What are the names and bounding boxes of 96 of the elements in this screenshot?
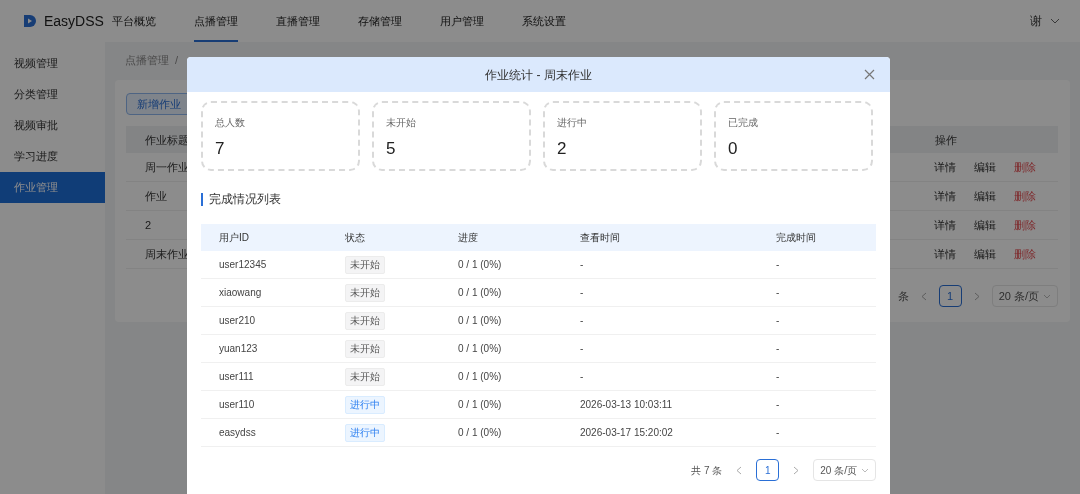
table-cell-text: - <box>580 370 585 384</box>
status-tag: 未开始 <box>345 311 385 330</box>
table-cell-text: user111 <box>218 370 255 384</box>
chevron-down-icon[interactable] <box>861 467 869 473</box>
table-cell-text: - <box>776 258 781 272</box>
table-cell-text: - <box>580 314 585 328</box>
status-tag: 未开始 <box>345 367 385 386</box>
nav-tab[interactable]: 系统设置 <box>522 0 566 42</box>
modal-title: 作业统计 - 周末作业 <box>485 66 592 84</box>
breadcrumb-separator: / <box>175 52 179 68</box>
action-link[interactable]: 删除 <box>1014 159 1036 176</box>
table-cell-text: 0 / 1 (0%) <box>458 258 503 272</box>
status-tag: 进行中 <box>345 423 385 442</box>
nav-tab[interactable]: 用户管理 <box>440 0 484 42</box>
table-cell-text: 0 / 1 (0%) <box>458 342 503 356</box>
chevron-down-icon[interactable] <box>1043 293 1051 299</box>
chevron-left-icon[interactable] <box>920 291 927 301</box>
stat-label: 总人数 <box>215 116 246 130</box>
action-link[interactable]: 详情 <box>934 217 956 234</box>
status-tag: 未开始 <box>345 283 385 302</box>
chevron-right-icon[interactable] <box>793 465 800 475</box>
table-cell-text: - <box>580 342 585 356</box>
stat-value: 0 <box>728 138 739 160</box>
section-marker <box>201 192 203 206</box>
action-link[interactable]: 编辑 <box>974 217 996 234</box>
table-cell-text: - <box>776 342 781 356</box>
table-cell-text: - <box>580 286 585 300</box>
total-count: 条 <box>897 289 909 304</box>
table-cell-text: - <box>776 286 781 300</box>
table-cell-text: 0 / 1 (0%) <box>458 398 503 412</box>
action-link[interactable]: 详情 <box>934 159 956 176</box>
table-cell-text: - <box>580 258 585 272</box>
table-cell-text: user110 <box>218 398 256 412</box>
status-tag: 未开始 <box>345 339 385 358</box>
table-cell-text: - <box>776 426 781 440</box>
stat-value: 7 <box>215 138 226 160</box>
close-icon[interactable] <box>864 69 875 80</box>
table-cell-text: 0 / 1 (0%) <box>458 426 503 440</box>
table-cell-text: 0 / 1 (0%) <box>458 370 503 384</box>
table-cell-text: 2026-03-17 15:20:02 <box>580 426 674 440</box>
chevron-left-icon[interactable] <box>736 465 743 475</box>
stat-label: 进行中 <box>557 116 588 130</box>
column-header: 操作 <box>935 132 957 148</box>
user-name[interactable]: 谢 <box>1030 12 1042 30</box>
section-title: 完成情况列表 <box>209 191 281 208</box>
table-cell-text: 0 / 1 (0%) <box>458 286 503 300</box>
column-header: 完成时间 <box>776 231 817 245</box>
sidebar-item[interactable]: 作业管理 <box>0 172 105 203</box>
action-link[interactable]: 编辑 <box>974 188 996 205</box>
stat-label: 未开始 <box>386 116 417 130</box>
logo-icon <box>22 13 38 29</box>
action-link[interactable]: 删除 <box>1014 246 1036 263</box>
table-cell-text: 2026-03-13 10:03:11 <box>580 398 674 412</box>
column-header: 进度 <box>458 231 479 245</box>
table-cell-text: - <box>776 370 781 384</box>
action-link[interactable]: 删除 <box>1014 217 1036 234</box>
page-button[interactable]: 1 <box>938 285 962 308</box>
sidebar-item[interactable]: 学习进度 <box>0 141 105 172</box>
table-cell-text: user210 <box>218 314 257 328</box>
stat-value: 2 <box>557 138 568 160</box>
table-cell-text: yuan123 <box>218 342 259 356</box>
table-cell-text: 2 <box>145 218 152 233</box>
sidebar-item[interactable]: 分类管理 <box>0 79 105 110</box>
action-link[interactable]: 详情 <box>934 246 956 263</box>
column-header: 作业标题 <box>145 132 189 148</box>
chevron-down-icon[interactable] <box>1050 18 1060 24</box>
table-cell-text: 0 / 1 (0%) <box>458 314 503 328</box>
stat-value: 5 <box>386 138 397 160</box>
table-cell-text: - <box>776 314 781 328</box>
table-cell-text: easydss <box>218 426 257 440</box>
sidebar-item[interactable]: 视频管理 <box>0 48 105 79</box>
column-header: 用户ID <box>218 231 250 245</box>
page-size-select[interactable]: 20 条/页 <box>991 285 1058 308</box>
nav-tab[interactable]: 直播管理 <box>276 0 320 42</box>
table-cell-text: - <box>776 398 781 412</box>
sidebar-item[interactable]: 视频审批 <box>0 110 105 141</box>
status-tag: 未开始 <box>345 255 385 274</box>
action-link[interactable]: 编辑 <box>974 246 996 263</box>
nav-tab[interactable]: 存储管理 <box>358 0 402 42</box>
nav-tab[interactable]: 点播管理 <box>194 0 238 42</box>
total-count: 共 7 条 <box>691 463 723 478</box>
stat-label: 已完成 <box>728 116 759 130</box>
logo-text: EasyDSS <box>44 11 104 31</box>
table-cell-text: xiaowang <box>218 286 263 300</box>
nav-tab[interactable]: 平台概览 <box>112 0 156 42</box>
action-link[interactable]: 详情 <box>934 188 956 205</box>
chevron-right-icon[interactable] <box>973 291 980 301</box>
column-header: 查看时间 <box>580 231 621 245</box>
table-cell-text: user12345 <box>218 258 268 272</box>
page-button[interactable]: 1 <box>756 459 780 481</box>
action-link[interactable]: 编辑 <box>974 159 996 176</box>
status-tag: 进行中 <box>345 395 385 414</box>
action-link[interactable]: 删除 <box>1014 188 1036 205</box>
column-header: 状态 <box>345 231 366 245</box>
page-size-select[interactable]: 20 条/页 <box>813 459 876 481</box>
table-cell-text: 作业 <box>145 189 167 204</box>
